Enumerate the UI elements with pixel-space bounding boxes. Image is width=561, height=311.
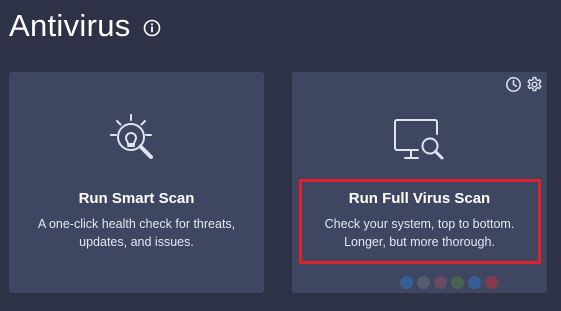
watermark-dot xyxy=(417,276,430,289)
full-scan-description: Check your system, top to bottom. Longer… xyxy=(324,217,515,249)
clock-icon[interactable] xyxy=(505,76,522,93)
info-icon[interactable] xyxy=(143,19,161,37)
smart-scan-title: Run Smart Scan xyxy=(78,190,195,207)
page-title: Antivirus xyxy=(9,8,131,43)
watermark-dot xyxy=(400,276,413,289)
smart-scan-description: A one-click health check for threats, up… xyxy=(37,217,236,249)
full-scan-card[interactable]: Run Full Virus Scan Check your system, t… xyxy=(292,72,547,293)
full-scan-title: Run Full Virus Scan xyxy=(348,190,491,207)
lightbulb-magnifier-icon xyxy=(109,114,153,159)
card-tools xyxy=(505,76,543,93)
watermark-dots xyxy=(400,276,498,289)
watermark-dot xyxy=(434,276,447,289)
monitor-magnifier-icon xyxy=(393,119,443,160)
watermark-dot xyxy=(451,276,464,289)
gear-icon[interactable] xyxy=(526,76,543,93)
smart-scan-card[interactable]: Run Smart Scan A one-click health check … xyxy=(9,72,264,293)
watermark-dot xyxy=(468,276,481,289)
watermark-dot xyxy=(485,276,498,289)
